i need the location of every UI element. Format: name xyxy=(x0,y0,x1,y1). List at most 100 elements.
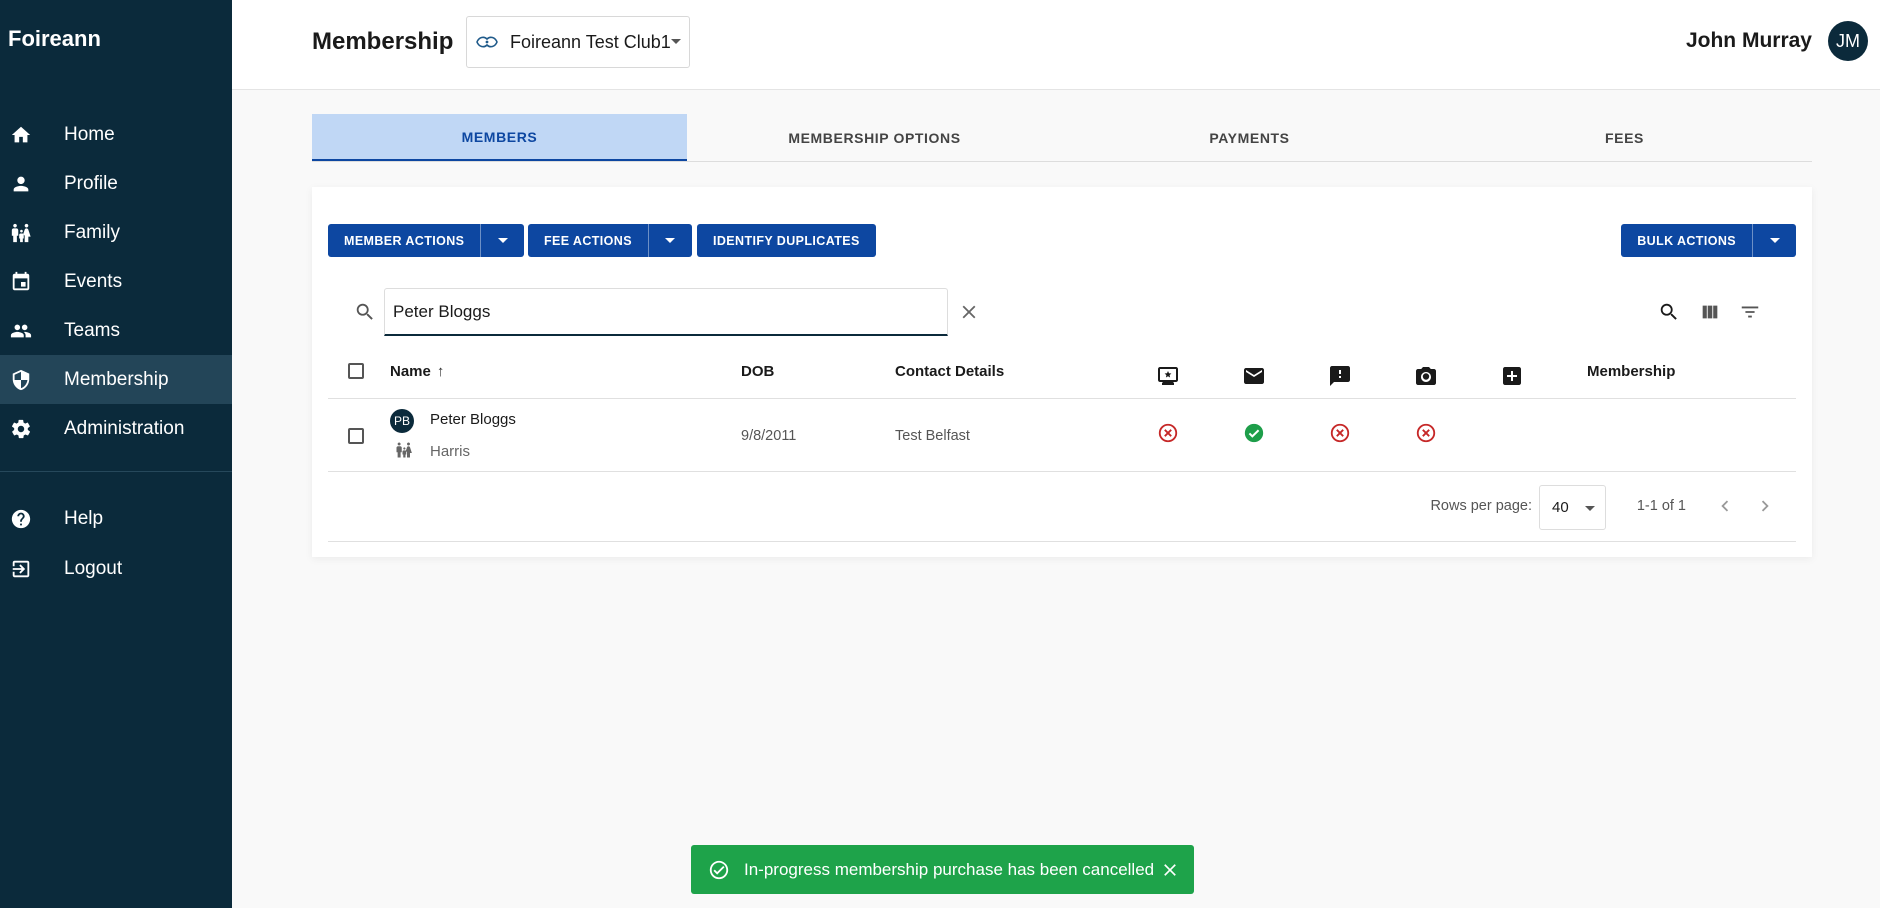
success-snackbar: In-progress membership purchase has been… xyxy=(691,845,1194,894)
member-actions-dropdown[interactable] xyxy=(480,224,524,257)
sidebar-item-label: Administration xyxy=(64,417,185,439)
bulk-actions-group: BULK ACTIONS xyxy=(1621,224,1796,257)
sidebar-item-help[interactable]: Help xyxy=(0,494,232,544)
column-header-contact[interactable]: Contact Details xyxy=(895,363,1004,380)
fee-actions-dropdown[interactable] xyxy=(647,224,692,257)
columns-icon[interactable] xyxy=(1699,301,1721,323)
rows-per-page-label: Rows per page: xyxy=(1430,498,1532,514)
table-header: Name ↑ DOB Contact Details Membership xyxy=(328,344,1796,399)
sidebar-item-profile[interactable]: Profile xyxy=(0,159,232,208)
table-row[interactable]: PB Peter Bloggs Harris 9/8/2011 Test Bel… xyxy=(328,399,1796,472)
cancel-circle-icon xyxy=(1157,422,1179,444)
identify-duplicates-button[interactable]: IDENTIFY DUPLICATES xyxy=(697,224,876,257)
sidebar-item-events[interactable]: Events xyxy=(0,257,232,306)
calendar-icon xyxy=(10,271,32,293)
check-circle-icon xyxy=(1243,422,1265,444)
sidebar-item-label: Teams xyxy=(64,319,120,341)
previous-page-icon[interactable] xyxy=(1714,495,1736,517)
pagination-range: 1-1 of 1 xyxy=(1636,498,1686,514)
sidebar-nav: Home Profile Family Events Teams Members… xyxy=(0,110,232,453)
group-icon xyxy=(10,320,32,342)
page-title: Membership xyxy=(312,28,454,55)
search-icon xyxy=(354,301,376,323)
brand-logo[interactable]: Foireann xyxy=(0,0,232,72)
help-icon xyxy=(10,508,32,530)
member-contact: Test Belfast xyxy=(895,428,970,444)
sidebar-item-logout[interactable]: Logout xyxy=(0,544,232,594)
next-page-icon[interactable] xyxy=(1754,495,1776,517)
chevron-down-icon xyxy=(1769,238,1780,243)
table-pagination: Rows per page: 40 1-1 of 1 xyxy=(328,472,1796,542)
sidebar-item-membership[interactable]: Membership xyxy=(0,355,232,404)
member-avatar: PB xyxy=(390,409,414,433)
chevron-down-icon xyxy=(497,238,508,243)
members-card: MEMBER ACTIONS FEE ACTIONS IDENTIFY DUPL… xyxy=(312,187,1812,557)
rows-per-page-value: 40 xyxy=(1552,499,1569,516)
sidebar-item-label: Profile xyxy=(64,172,118,194)
member-actions-group: MEMBER ACTIONS xyxy=(328,224,525,257)
tab-payments[interactable]: PAYMENTS xyxy=(1062,114,1437,161)
sidebar-item-teams[interactable]: Teams xyxy=(0,306,232,355)
bulk-actions-button[interactable]: BULK ACTIONS xyxy=(1621,224,1752,257)
sidebar-item-label: Home xyxy=(64,123,115,145)
close-icon[interactable] xyxy=(958,301,980,323)
identify-duplicates-group: IDENTIFY DUPLICATES xyxy=(697,224,876,257)
member-actions-button[interactable]: MEMBER ACTIONS xyxy=(328,224,480,257)
column-header-dob[interactable]: DOB xyxy=(741,363,774,380)
sidebar: Foireann Home Profile Family Events Team… xyxy=(0,0,232,908)
email-icon xyxy=(1242,364,1266,388)
shield-icon xyxy=(10,369,32,391)
camera-icon xyxy=(1414,364,1438,388)
rows-per-page-select[interactable]: 40 xyxy=(1539,485,1606,530)
alert-icon xyxy=(1328,364,1352,388)
row-checkbox[interactable] xyxy=(348,428,364,444)
cancel-circle-icon xyxy=(1415,422,1437,444)
club-logo-icon xyxy=(475,35,499,49)
sidebar-item-home[interactable]: Home xyxy=(0,110,232,159)
sidebar-nav-bottom: Help Logout xyxy=(0,494,232,594)
member-search-input[interactable] xyxy=(384,288,948,336)
chevron-down-icon xyxy=(671,39,681,44)
home-icon xyxy=(10,124,32,146)
select-all-checkbox[interactable] xyxy=(348,363,364,379)
snackbar-message: In-progress membership purchase has been… xyxy=(744,859,1155,879)
chevron-down-icon xyxy=(665,238,676,243)
sidebar-item-label: Family xyxy=(64,221,120,243)
fee-actions-button[interactable]: FEE ACTIONS xyxy=(528,224,648,257)
close-icon[interactable] xyxy=(1160,860,1180,880)
sidebar-divider xyxy=(0,471,232,472)
sidebar-item-administration[interactable]: Administration xyxy=(0,404,232,453)
chevron-down-icon xyxy=(1585,506,1595,511)
tab-membership-options[interactable]: MEMBERSHIP OPTIONS xyxy=(687,114,1062,161)
user-avatar[interactable]: JM xyxy=(1828,21,1868,61)
family-icon xyxy=(10,222,32,244)
medical-icon xyxy=(1500,364,1524,388)
tab-fees[interactable]: FEES xyxy=(1437,114,1812,161)
sidebar-item-family[interactable]: Family xyxy=(0,208,232,257)
column-header-name[interactable]: Name ↑ xyxy=(390,363,444,380)
column-header-membership[interactable]: Membership xyxy=(1587,363,1675,380)
bulk-actions-dropdown[interactable] xyxy=(1752,224,1796,257)
search-icon[interactable] xyxy=(1658,301,1680,323)
sort-ascending-icon[interactable]: ↑ xyxy=(437,363,445,380)
club-name: Foireann Test Club1 xyxy=(510,31,671,52)
club-selector[interactable]: Foireann Test Club1 xyxy=(466,16,690,68)
filter-icon[interactable] xyxy=(1739,301,1761,323)
family-name: Harris xyxy=(430,443,470,460)
sidebar-item-label: Logout xyxy=(64,558,123,579)
top-bar: Membership Foireann Test Club1 John Murr… xyxy=(232,0,1880,90)
gear-icon xyxy=(10,418,32,440)
cancel-circle-icon xyxy=(1329,422,1351,444)
check-circle-outline-icon xyxy=(708,859,730,881)
user-name[interactable]: John Murray xyxy=(1686,29,1812,53)
person-icon xyxy=(10,173,32,195)
fee-actions-group: FEE ACTIONS xyxy=(528,224,692,257)
family-icon xyxy=(395,441,413,459)
sidebar-item-label: Membership xyxy=(64,368,169,390)
member-name[interactable]: Peter Bloggs xyxy=(430,411,516,428)
online-icon xyxy=(1156,364,1180,388)
logout-icon xyxy=(10,558,32,580)
sidebar-item-label: Events xyxy=(64,270,123,292)
member-dob: 9/8/2011 xyxy=(741,428,797,444)
tab-members[interactable]: MEMBERS xyxy=(312,114,687,161)
